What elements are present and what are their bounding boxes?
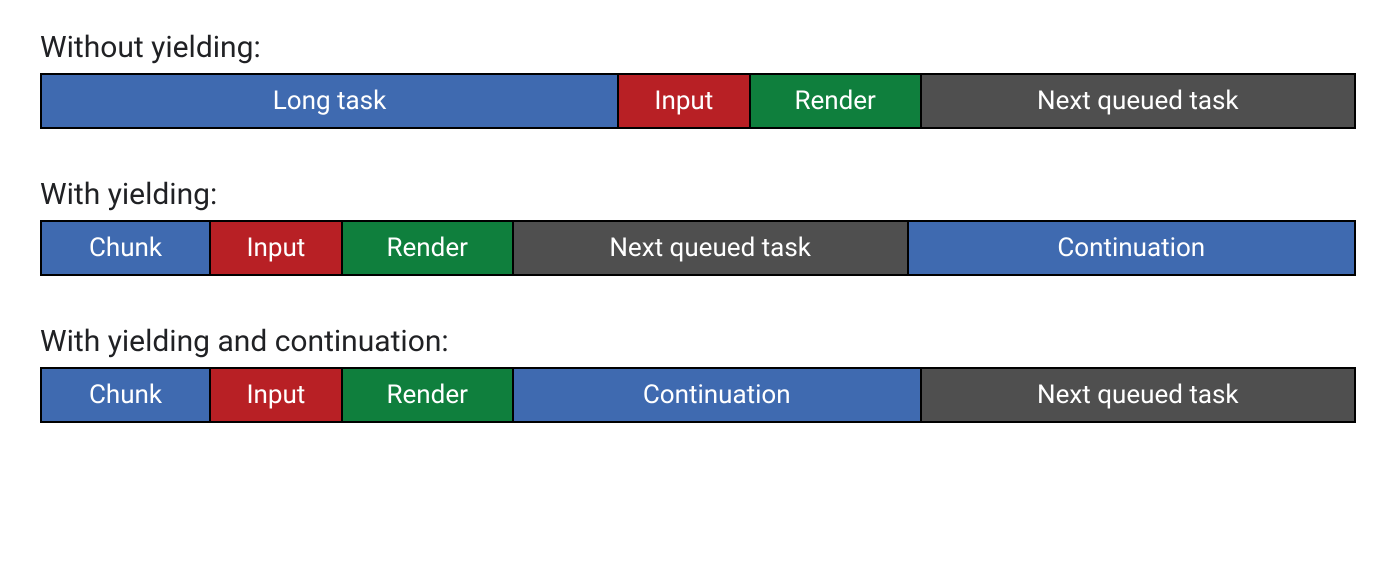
section: Without yielding: Long taskInputRenderNex…	[40, 30, 1356, 129]
task-segment: Continuation	[909, 220, 1356, 276]
section-title: With yielding:	[40, 177, 1356, 212]
section-title: With yielding and continuation:	[40, 324, 1356, 359]
task-bar: Long taskInputRenderNext queued task	[40, 73, 1356, 129]
task-segment: Render	[343, 220, 514, 276]
task-segment: Next queued task	[922, 367, 1356, 423]
section-title: Without yielding:	[40, 30, 1356, 65]
task-segment: Input	[211, 220, 343, 276]
task-segment: Input	[619, 73, 751, 129]
task-segment: Long task	[40, 73, 619, 129]
task-segment: Next queued task	[514, 220, 909, 276]
task-segment: Chunk	[40, 220, 211, 276]
task-segment: Chunk	[40, 367, 211, 423]
task-segment: Next queued task	[922, 73, 1356, 129]
task-segment: Continuation	[514, 367, 922, 423]
task-bar: ChunkInputRenderContinuationNext queued …	[40, 367, 1356, 423]
section: With yielding: ChunkInputRenderNext queue…	[40, 177, 1356, 276]
task-segment: Render	[751, 73, 922, 129]
diagram-root: Without yielding:Long taskInputRenderNex…	[40, 30, 1356, 423]
section: With yielding and continuation: ChunkInpu…	[40, 324, 1356, 423]
task-segment: Render	[343, 367, 514, 423]
task-segment: Input	[211, 367, 343, 423]
task-bar: ChunkInputRenderNext queued taskContinua…	[40, 220, 1356, 276]
